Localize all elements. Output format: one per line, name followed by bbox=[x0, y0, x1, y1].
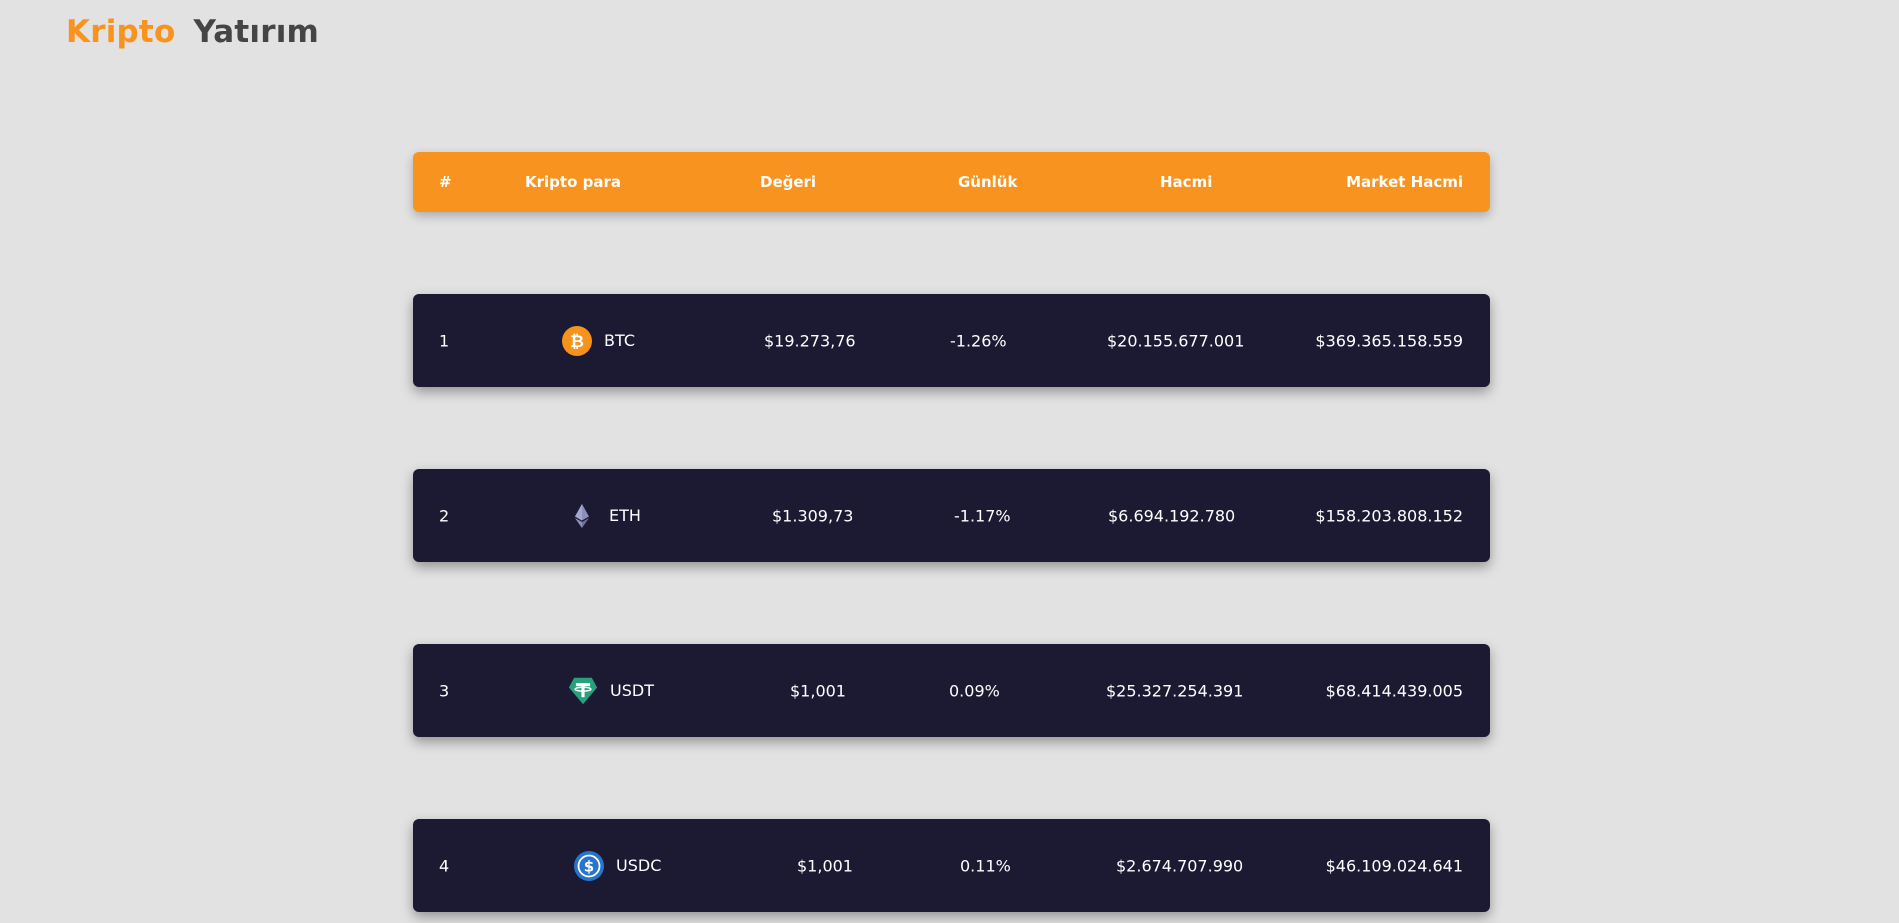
usd-coin-icon: $ bbox=[574, 850, 604, 881]
coin-cell: $ USDC bbox=[574, 850, 662, 881]
row-rank: 4 bbox=[439, 856, 450, 875]
logo-kripto: Kripto bbox=[66, 14, 176, 50]
row-rank: 2 bbox=[439, 506, 450, 525]
row-market: $158.203.808.152 bbox=[1315, 506, 1463, 525]
row-daily: 0.11% bbox=[960, 856, 1011, 875]
coin-cell: USDT bbox=[568, 676, 654, 706]
header-volume: Hacmi bbox=[1160, 173, 1213, 191]
row-daily: -1.26% bbox=[950, 331, 1007, 350]
table-row[interactable]: 4 $ USDC $1,001 0.11% $2.674.707.990 $46… bbox=[413, 819, 1490, 912]
row-rank: 3 bbox=[439, 681, 450, 700]
header-name: Kripto para bbox=[525, 173, 621, 191]
coin-symbol: USDT bbox=[610, 681, 654, 700]
header-market: Market Hacmi bbox=[1346, 173, 1463, 191]
coin-symbol: USDC bbox=[616, 856, 662, 875]
crypto-table: # Kripto para Değeri Günlük Hacmi Market… bbox=[413, 152, 1490, 912]
row-volume: $2.674.707.990 bbox=[1116, 856, 1244, 875]
row-daily: -1.17% bbox=[954, 506, 1011, 525]
row-market: $46.109.024.641 bbox=[1325, 856, 1463, 875]
table-row[interactable]: 1 ₿ BTC $19.273,76 -1.26% $20.155.677.00… bbox=[413, 294, 1490, 387]
coin-cell: ₿ BTC bbox=[562, 325, 635, 356]
table-row[interactable]: 3 USDT $1,001 0.09% $25.327.254.391 $68.… bbox=[413, 644, 1490, 737]
header-value: Değeri bbox=[760, 173, 817, 191]
row-market: $369.365.158.559 bbox=[1315, 331, 1463, 350]
row-volume: $20.155.677.001 bbox=[1107, 331, 1245, 350]
row-rank: 1 bbox=[439, 331, 450, 350]
ethereum-icon bbox=[567, 501, 597, 531]
coin-cell: ETH bbox=[567, 501, 641, 531]
row-daily: 0.09% bbox=[949, 681, 1000, 700]
svg-text:₿: ₿ bbox=[570, 332, 584, 352]
row-value: $19.273,76 bbox=[764, 331, 856, 350]
row-volume: $25.327.254.391 bbox=[1106, 681, 1244, 700]
row-volume: $6.694.192.780 bbox=[1108, 506, 1236, 525]
table-header: # Kripto para Değeri Günlük Hacmi Market… bbox=[413, 152, 1490, 212]
row-value: $1,001 bbox=[797, 856, 853, 875]
svg-text:$: $ bbox=[584, 857, 594, 875]
row-value: $1,001 bbox=[790, 681, 846, 700]
coin-symbol: ETH bbox=[609, 506, 641, 525]
bitcoin-icon: ₿ bbox=[562, 325, 592, 356]
tether-icon bbox=[568, 676, 598, 706]
header-daily: Günlük bbox=[958, 173, 1018, 191]
row-market: $68.414.439.005 bbox=[1325, 681, 1463, 700]
table-row[interactable]: 2 ETH $1.309,73 -1.17% $6.694.192.780 $1… bbox=[413, 469, 1490, 562]
logo-yatirim: Yatırım bbox=[193, 14, 320, 50]
coin-symbol: BTC bbox=[604, 331, 635, 350]
logo[interactable]: Kripto Yatırım bbox=[66, 14, 319, 50]
header-rank: # bbox=[439, 173, 452, 191]
row-value: $1.309,73 bbox=[772, 506, 854, 525]
